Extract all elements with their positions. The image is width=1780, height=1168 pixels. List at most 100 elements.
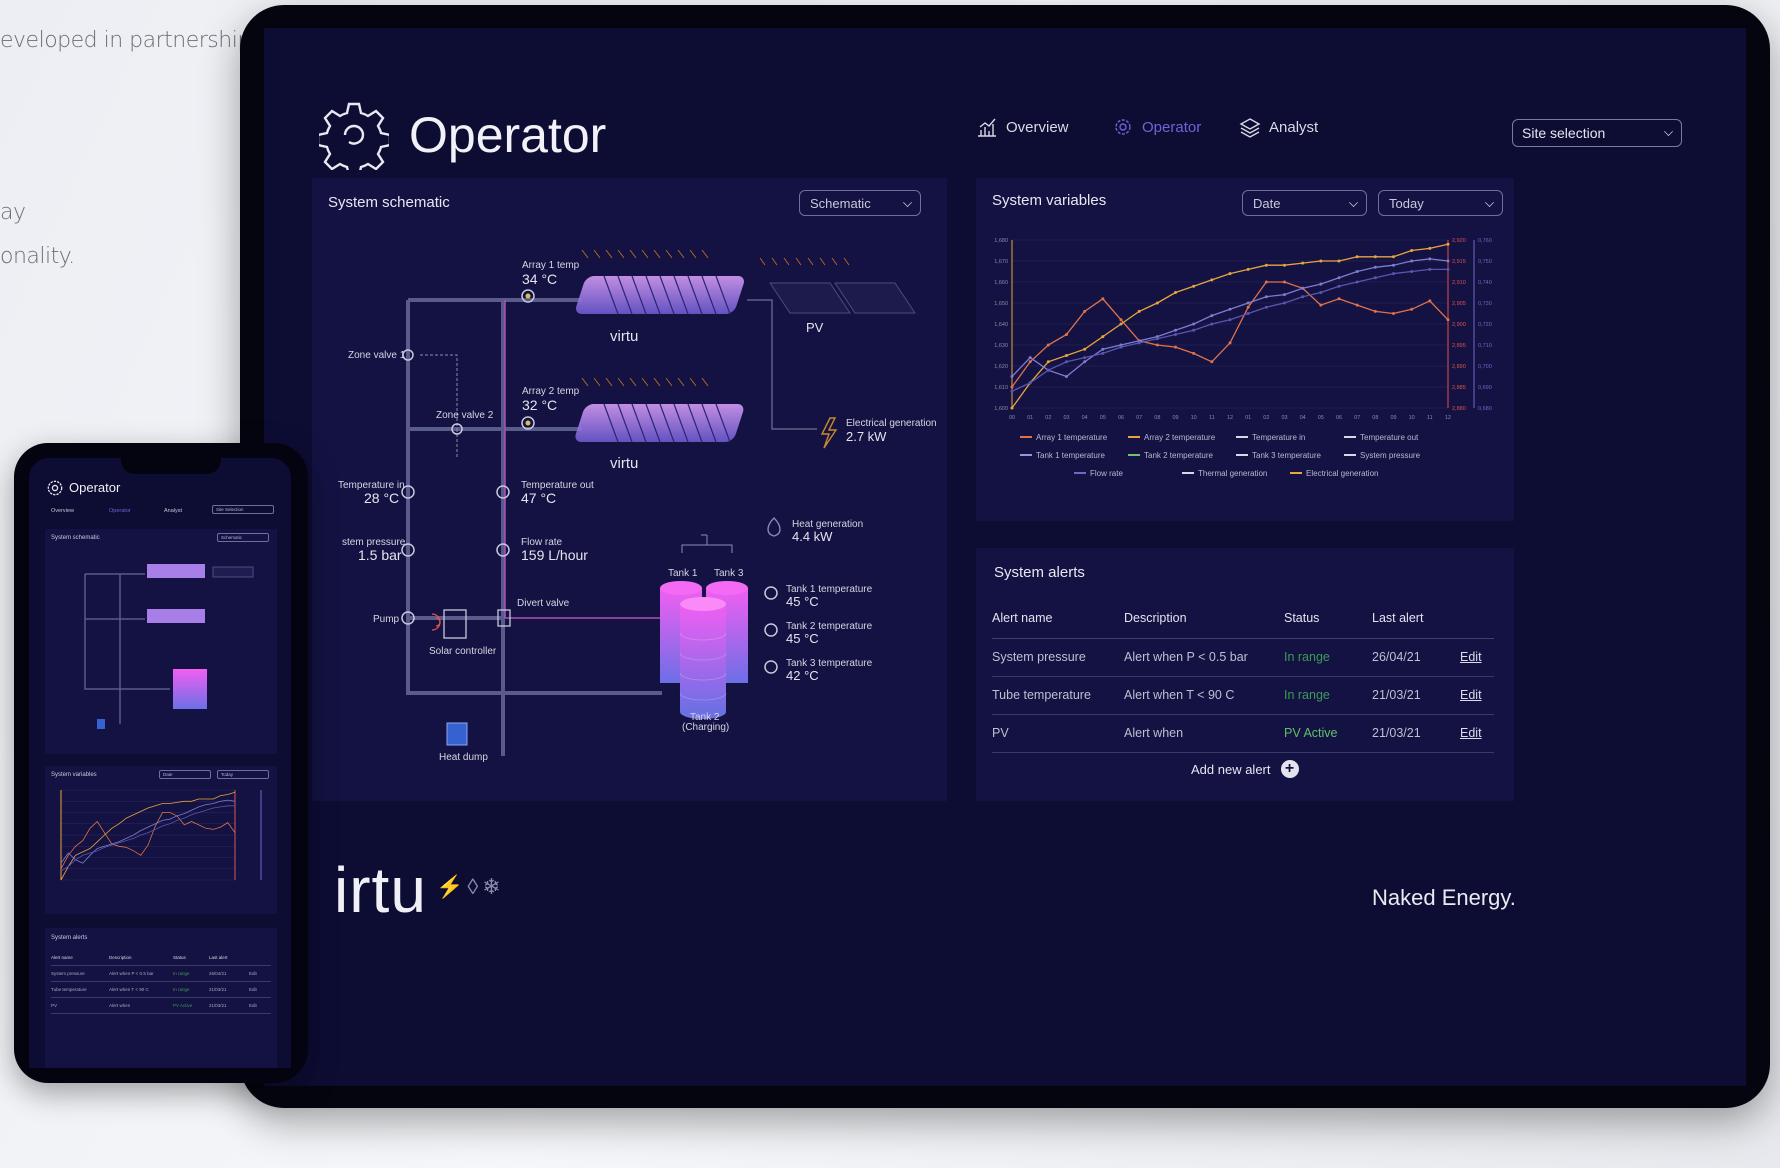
- heat-dump-icon: [446, 722, 468, 746]
- right-tick-label: 2,920: [1452, 238, 1466, 244]
- variables-panel: System variables Date Today 1,680 2,920 0,…: [976, 178, 1514, 521]
- pv-panels: [759, 257, 916, 314]
- edit-link[interactable]: Edit: [1460, 676, 1494, 715]
- legend-label: Tank 3 temperature: [1252, 451, 1321, 460]
- data-point: [1428, 299, 1432, 303]
- data-point: [1192, 328, 1196, 332]
- nav-analyst[interactable]: Analyst: [1239, 116, 1318, 138]
- phone-alert-cell[interactable]: Edit: [249, 971, 271, 976]
- range-dropdown[interactable]: Today: [1378, 190, 1503, 216]
- alert-description: Alert when P < 0.5 bar: [1124, 638, 1284, 677]
- right-tick-label: 2,915: [1452, 259, 1466, 265]
- tank3-label: Tank 3: [714, 568, 744, 579]
- layers-icon: [1239, 118, 1261, 138]
- right-tick-label: 0,680: [1478, 406, 1492, 412]
- data-point: [1301, 295, 1305, 299]
- x-tick-label: 08: [1372, 415, 1378, 421]
- phone-frame: Operator Overview Operator Analyst Site …: [14, 443, 308, 1083]
- col-action: [1460, 598, 1494, 639]
- data-point: [1010, 406, 1014, 410]
- y-tick-label: 1,620: [994, 364, 1008, 370]
- legend-label: Electrical generation: [1306, 469, 1378, 478]
- add-alert-button[interactable]: Add new alert +: [1191, 760, 1299, 778]
- table-row: PV Alert when PV Active 21/03/21 Edit: [992, 714, 1494, 753]
- series-line: [60, 805, 235, 872]
- right-tick-label: 0,720: [1478, 322, 1492, 328]
- data-point: [1010, 375, 1014, 378]
- heat-gen-value: 4.4 kW: [792, 529, 833, 544]
- edit-link[interactable]: Edit: [1460, 638, 1494, 677]
- tank2-temp-value: 45 °C: [786, 631, 819, 646]
- flow-rate-value: 159 L/hour: [521, 547, 588, 563]
- data-point: [1428, 267, 1432, 271]
- phone-alert-cell: Description: [109, 955, 132, 960]
- data-point: [1355, 270, 1359, 273]
- data-point: [1373, 309, 1377, 313]
- alert-name: PV: [992, 714, 1124, 753]
- data-point: [1373, 255, 1377, 259]
- data-point: [1283, 280, 1286, 284]
- phone-alert-cell[interactable]: Edit: [249, 1003, 271, 1008]
- data-point: [1101, 297, 1105, 301]
- data-point: [1046, 360, 1050, 364]
- phone-today-dropdown[interactable]: Today: [217, 770, 269, 779]
- data-point: [1246, 312, 1250, 315]
- data-point: [1083, 347, 1087, 351]
- alert-last: 21/03/21: [1372, 676, 1460, 715]
- data-point: [1119, 318, 1123, 322]
- data-point: [1337, 259, 1341, 263]
- col-status: Status: [1284, 598, 1372, 639]
- tank1-label: Tank 1: [668, 568, 698, 579]
- phone-alert-cell[interactable]: Edit: [249, 987, 271, 992]
- data-point: [1192, 322, 1196, 326]
- legend-label: Temperature in: [1252, 433, 1305, 442]
- data-point: [1392, 272, 1395, 276]
- data-point: [1301, 286, 1305, 290]
- phone-nav-overview[interactable]: Overview: [51, 508, 74, 514]
- tank3-temp-value: 42 °C: [786, 668, 819, 683]
- temp-out-value: 47 °C: [521, 490, 557, 506]
- data-point: [1155, 337, 1159, 341]
- data-point: [1264, 280, 1268, 284]
- phone-alert-cell: 26/04/21: [209, 971, 227, 976]
- data-point: [1392, 263, 1395, 267]
- heat-dump-label: Heat dump: [439, 752, 488, 763]
- phone-alert-cell: Alert name: [51, 955, 73, 960]
- phone-alert-cell: Status: [173, 955, 186, 960]
- alert-name: System pressure: [992, 638, 1124, 677]
- data-point: [1028, 381, 1032, 385]
- data-point: [1210, 314, 1214, 318]
- phone-site-selection[interactable]: Site Selection: [212, 505, 274, 514]
- data-point: [1246, 305, 1250, 309]
- phone-date-dropdown[interactable]: Date: [159, 770, 211, 779]
- x-tick-label: 07: [1354, 415, 1360, 421]
- right-tick-label: 2,910: [1452, 280, 1466, 286]
- data-point: [1137, 309, 1141, 313]
- phone-nav-analyst[interactable]: Analyst: [164, 508, 182, 514]
- data-point: [1446, 242, 1450, 246]
- nav-overview[interactable]: Overview: [976, 116, 1069, 138]
- add-alert-label: Add new alert: [1191, 761, 1271, 777]
- phone-alert-cell: In range: [173, 971, 190, 976]
- pv-label: PV: [806, 320, 824, 335]
- data-point: [1283, 263, 1286, 267]
- y-tick-label: 1,670: [994, 259, 1008, 265]
- alert-description: Alert when T < 90 C: [1124, 676, 1284, 715]
- date-dropdown[interactable]: Date: [1242, 190, 1367, 216]
- phone-nav-operator[interactable]: Operator: [109, 508, 131, 514]
- nav-operator[interactable]: Operator: [1112, 116, 1201, 138]
- tank3-temp-gauge: [764, 660, 778, 674]
- date-dropdown-label: Date: [1253, 196, 1281, 211]
- x-tick-label: 03: [1281, 415, 1287, 421]
- data-point: [1210, 322, 1214, 326]
- legend-label: Flow rate: [1090, 469, 1123, 478]
- site-selection-dropdown[interactable]: Site selection: [1512, 119, 1682, 147]
- phone-alert-cell: PV: [51, 1003, 58, 1008]
- y-tick-label: 1,610: [994, 385, 1008, 391]
- edit-link[interactable]: Edit: [1460, 714, 1494, 753]
- schematic-panel: System schematic Schematic Array 1 temp …: [312, 178, 947, 801]
- zone-valve-2-label: Zone valve 2: [436, 410, 494, 421]
- partner-logo: Naked Energy.: [1372, 885, 1516, 910]
- y-tick-label: 1,630: [994, 343, 1008, 349]
- phone-variables-panel: System variables Date Today: [45, 766, 277, 914]
